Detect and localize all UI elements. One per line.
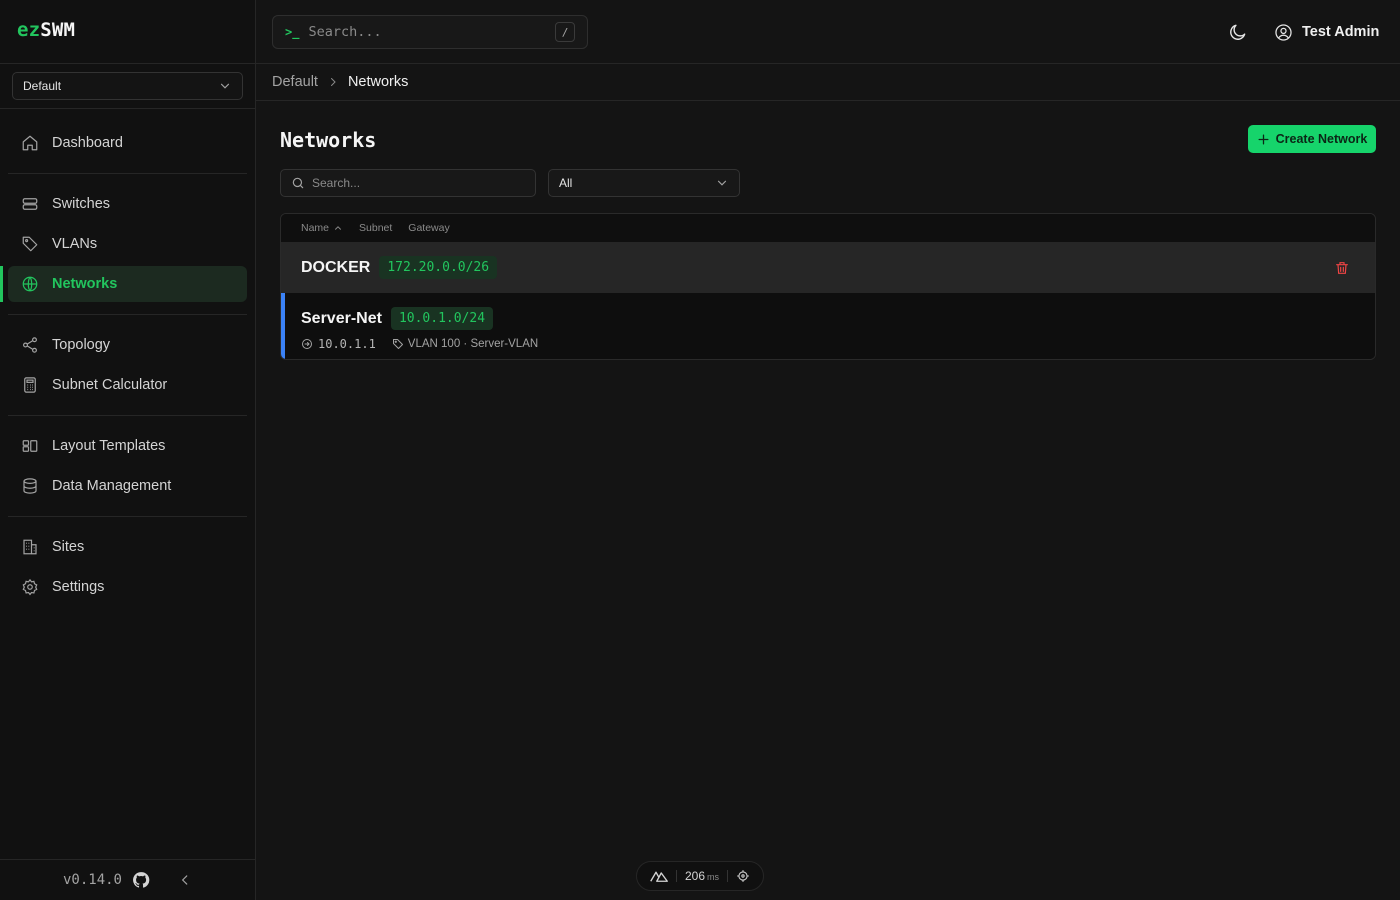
column-subnet[interactable]: Subnet <box>359 222 392 234</box>
nav-item-dashboard[interactable]: Dashboard <box>8 125 247 161</box>
chevron-down-icon <box>220 83 230 89</box>
nav-item-label: Networks <box>52 276 118 292</box>
networks-table: Name Subnet Gateway DOCKER 172.20.0.0/26… <box>280 213 1376 360</box>
logo-swm: SWM <box>40 19 76 41</box>
command-search[interactable]: >_ Search... / <box>272 15 588 49</box>
chevron-left-icon[interactable] <box>178 873 192 887</box>
breadcrumb-current: Networks <box>347 74 409 90</box>
network-name: Server-Net <box>301 309 382 327</box>
column-name-label: Name <box>301 222 330 234</box>
pill-divider <box>675 870 677 882</box>
create-network-label: Create Network <box>1275 132 1368 146</box>
network-gateway: 10.0.1.1 <box>318 337 376 351</box>
nav-divider <box>8 173 247 174</box>
nav-item-layout-templates[interactable]: Layout Templates <box>8 428 247 464</box>
chevron-down-icon <box>717 180 727 186</box>
page-title: Networks <box>280 128 377 152</box>
network-search-input[interactable]: Search... <box>280 169 536 197</box>
pill-divider <box>727 870 729 882</box>
user-circle-icon <box>1275 23 1292 41</box>
user-menu-button[interactable]: Test Admin <box>1274 22 1379 42</box>
nav-item-switches[interactable]: Switches <box>8 186 247 222</box>
network-filter-select[interactable]: All <box>548 169 740 197</box>
app-logo[interactable]: ezSWM <box>17 19 75 41</box>
nav-item-label: Data Management <box>52 478 172 494</box>
nav-item-label: Dashboard <box>52 135 123 151</box>
sidebar-footer: v0.14.0 <box>0 859 255 900</box>
search-icon <box>292 177 304 189</box>
database-icon <box>23 478 37 494</box>
nav-item-sites[interactable]: Sites <box>8 529 247 565</box>
network-cidr-badge: 10.0.1.0/24 <box>390 307 494 330</box>
terminal-prompt-icon: >_ <box>285 25 300 39</box>
globe-icon <box>22 276 38 292</box>
nav-item-label: Switches <box>52 196 111 212</box>
nav-item-subnet-calculator[interactable]: Subnet Calculator <box>8 367 247 403</box>
server-stack-icon <box>22 198 38 210</box>
network-name: DOCKER <box>301 258 371 276</box>
sidebar-divider <box>0 63 255 64</box>
nav-item-networks[interactable]: Networks <box>8 266 247 302</box>
table-header: Name Subnet Gateway <box>281 214 1375 242</box>
table-row[interactable]: Server-Net 10.0.1.0/24 10.0.1.1 VLAN 100… <box>281 293 1375 359</box>
user-name: Test Admin <box>1302 24 1380 40</box>
nav-divider <box>8 415 247 416</box>
devtools-pill[interactable]: 206 ms <box>636 861 764 891</box>
logo-ez: ez <box>17 19 41 41</box>
row-accent-bar <box>281 293 285 359</box>
nuxt-logo-icon <box>650 871 668 882</box>
column-gateway[interactable]: Gateway <box>408 222 449 234</box>
organization-select-value: Default <box>23 79 62 93</box>
breadcrumb-root[interactable]: Default <box>272 74 318 90</box>
chevron-right-icon <box>330 78 336 86</box>
render-time: 206 ms <box>685 869 719 883</box>
sidebar: ezSWM Default Dashboard Switches VLANs N… <box>0 0 256 900</box>
nav-divider <box>8 314 247 315</box>
tag-icon <box>22 236 38 252</box>
top-header: >_ Search... / Test Admin <box>256 0 1400 64</box>
nav-item-label: Settings <box>52 579 105 595</box>
plus-icon <box>1258 134 1269 144</box>
network-cidr-badge: 172.20.0.0/26 <box>379 256 498 279</box>
nav-item-label: Sites <box>52 539 85 555</box>
organization-select[interactable]: Default <box>12 72 243 100</box>
gateway-icon <box>302 339 312 349</box>
network-filter-value: All <box>559 176 573 190</box>
home-icon <box>22 135 38 151</box>
layout-icon <box>22 440 38 452</box>
github-icon[interactable] <box>132 871 150 889</box>
sort-ascending-icon <box>335 226 341 230</box>
trash-icon[interactable] <box>1334 260 1350 276</box>
nav-item-label: Subnet Calculator <box>52 377 168 393</box>
nav-item-data-management[interactable]: Data Management <box>8 468 247 504</box>
nav-item-vlans[interactable]: VLANs <box>8 226 247 262</box>
sidebar-divider <box>0 108 255 109</box>
tag-icon <box>392 339 403 349</box>
column-name[interactable]: Name <box>301 222 343 234</box>
app-version: v0.14.0 <box>62 872 122 888</box>
nav-item-label: Topology <box>52 337 111 353</box>
network-vlan: VLAN 100 · Server-VLAN <box>407 338 539 350</box>
nav-item-topology[interactable]: Topology <box>8 327 247 363</box>
nav-divider <box>8 516 247 517</box>
render-time-unit: ms <box>707 872 720 882</box>
table-row[interactable]: DOCKER 172.20.0.0/26 <box>281 242 1375 293</box>
nav-item-label: Layout Templates <box>52 438 166 454</box>
crosshair-icon[interactable] <box>736 869 750 883</box>
nav-item-settings[interactable]: Settings <box>8 569 247 605</box>
render-time-value: 206 <box>684 869 706 883</box>
gear-icon <box>22 578 38 596</box>
create-network-button[interactable]: Create Network <box>1248 125 1376 153</box>
nav-item-label: VLANs <box>52 236 98 252</box>
moon-icon[interactable] <box>1228 22 1248 42</box>
breadcrumb: Default Networks <box>256 64 1400 101</box>
command-search-placeholder: Search... <box>308 24 382 40</box>
building-icon <box>23 539 37 555</box>
share-nodes-icon <box>23 337 37 353</box>
network-search-placeholder: Search... <box>312 176 361 190</box>
calculator-icon <box>24 377 36 393</box>
search-shortcut-key: / <box>555 22 575 42</box>
active-indicator <box>0 266 3 302</box>
